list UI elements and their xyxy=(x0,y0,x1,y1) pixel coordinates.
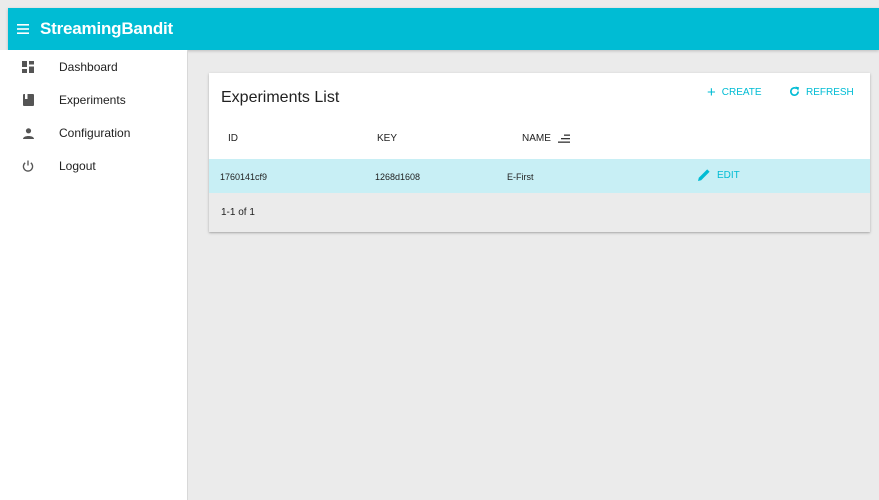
plus-icon: + xyxy=(707,84,716,101)
dashboard-icon xyxy=(21,60,35,74)
column-header-name[interactable]: NAME xyxy=(522,133,570,144)
column-header-key[interactable]: KEY xyxy=(377,133,397,144)
sidebar-item-dashboard[interactable]: Dashboard xyxy=(0,52,187,82)
sidebar-item-label: Configuration xyxy=(59,126,131,140)
power-icon xyxy=(21,159,35,173)
person-icon xyxy=(21,126,35,140)
sidebar-item-logout[interactable]: Logout xyxy=(0,151,187,181)
column-header-label: ID xyxy=(228,133,238,144)
refresh-icon xyxy=(789,85,800,100)
sidebar-item-configuration[interactable]: Configuration xyxy=(0,118,187,148)
menu-icon[interactable] xyxy=(14,24,32,34)
edit-button[interactable]: EDIT xyxy=(697,168,740,182)
sidebar: Dashboard Experiments Configuration Logo… xyxy=(0,50,188,500)
pagination-info: 1-1 of 1 xyxy=(221,207,255,218)
table-footer: 1-1 of 1 xyxy=(209,193,870,232)
sidebar-item-label: Logout xyxy=(59,159,96,173)
column-header-id[interactable]: ID xyxy=(228,133,238,144)
sort-icon xyxy=(557,134,570,143)
create-button[interactable]: + CREATE xyxy=(707,85,762,100)
refresh-label: REFRESH xyxy=(806,87,854,98)
refresh-button[interactable]: REFRESH xyxy=(789,85,854,100)
cell-name: E-First xyxy=(507,172,534,182)
column-header-label: NAME xyxy=(522,133,551,144)
table-row[interactable]: 1760141cf9 1268d1608 E-First EDIT xyxy=(209,159,870,193)
cell-key: 1268d1608 xyxy=(375,172,421,182)
create-label: CREATE xyxy=(721,87,762,98)
app-title: StreamingBandit xyxy=(40,19,174,38)
cell-id: 1760141cf9 xyxy=(220,172,268,182)
book-icon xyxy=(21,93,35,107)
app-bar: StreamingBandit xyxy=(8,8,879,50)
experiments-card: Experiments List + CREATE REFRESH ID KEY… xyxy=(209,73,870,232)
edit-label: EDIT xyxy=(717,169,740,181)
pencil-icon xyxy=(697,168,711,182)
sidebar-item-label: Dashboard xyxy=(59,60,118,74)
card-title: Experiments List xyxy=(221,89,340,106)
sidebar-item-label: Experiments xyxy=(59,93,126,107)
column-header-label: KEY xyxy=(377,133,398,144)
sidebar-item-experiments[interactable]: Experiments xyxy=(0,85,187,115)
